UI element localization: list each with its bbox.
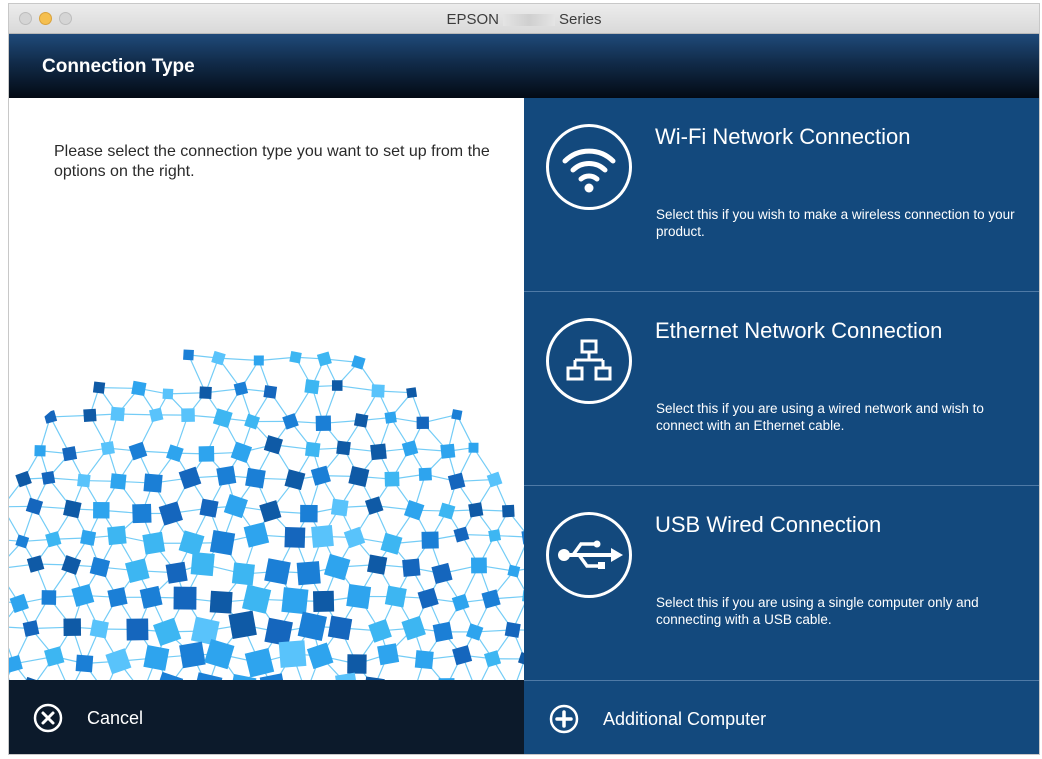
wifi-icon bbox=[546, 124, 632, 210]
wifi-option-description: Select this if you wish to make a wirele… bbox=[656, 207, 1015, 239]
app-window: EPSON Series Connection Type Please selec… bbox=[8, 3, 1040, 755]
page-title: Connection Type bbox=[42, 56, 195, 77]
window-title-suffix: Series bbox=[558, 11, 602, 28]
title-bar[interactable]: EPSON Series bbox=[9, 4, 1039, 34]
wifi-connection-option[interactable]: Wi-Fi Network Connection Select this if … bbox=[524, 98, 1039, 292]
usb-icon bbox=[546, 512, 632, 598]
usb-option-title: USB Wired Connection bbox=[655, 512, 882, 537]
cancel-button[interactable]: Cancel bbox=[9, 680, 524, 754]
redacted-model-name bbox=[502, 14, 555, 27]
window-title: EPSON Series bbox=[9, 11, 1039, 28]
cancel-label: Cancel bbox=[87, 708, 144, 728]
instruction-text: Please select the connection type you wa… bbox=[54, 143, 490, 180]
additional-computer-button[interactable]: Additional Computer bbox=[524, 680, 1039, 754]
network-globe-illustration bbox=[9, 349, 524, 680]
left-pane: Please select the connection type you wa… bbox=[9, 98, 524, 680]
ethernet-icon bbox=[546, 318, 632, 404]
page-header: Connection Type bbox=[9, 34, 1039, 98]
ethernet-option-title: Ethernet Network Connection bbox=[655, 318, 943, 343]
usb-option-description: Select this if you are using a single co… bbox=[656, 595, 979, 627]
ethernet-option-description: Select this if you are using a wired net… bbox=[656, 401, 984, 433]
window-title-prefix: EPSON bbox=[446, 11, 499, 28]
additional-computer-label: Additional Computer bbox=[603, 709, 767, 729]
plus-circle-icon bbox=[549, 704, 579, 734]
close-circle-icon bbox=[33, 703, 63, 733]
wifi-option-title: Wi-Fi Network Connection bbox=[655, 124, 911, 149]
ethernet-connection-option[interactable]: Ethernet Network Connection Select this … bbox=[524, 292, 1039, 486]
connection-options: Wi-Fi Network Connection Select this if … bbox=[524, 98, 1039, 680]
usb-connection-option[interactable]: USB Wired Connection Select this if you … bbox=[524, 486, 1039, 680]
